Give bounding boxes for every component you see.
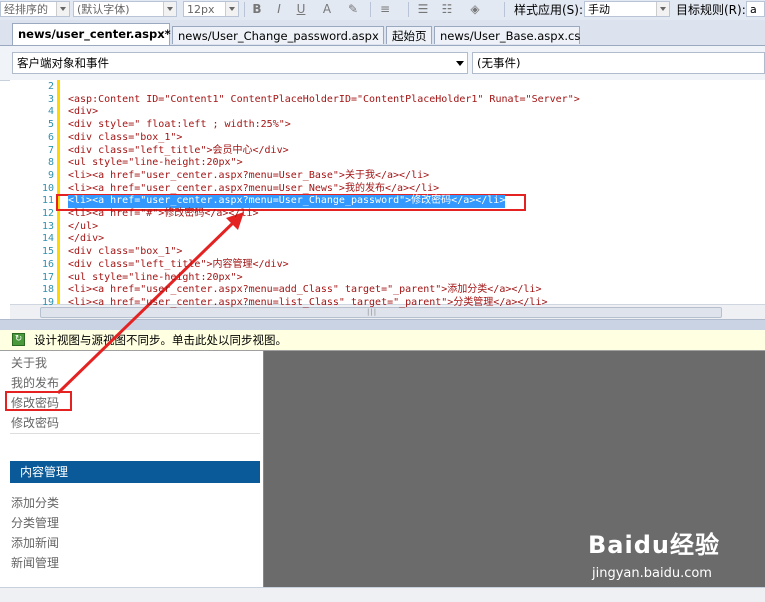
line-number: 12 bbox=[41, 208, 54, 219]
line-number: 18 bbox=[41, 284, 54, 296]
line-number: 11 bbox=[41, 195, 54, 207]
line-number: 5 bbox=[47, 119, 54, 131]
line-number: 10 bbox=[41, 182, 54, 194]
code-line[interactable]: <li><a href="user_center.aspx?menu=list_… bbox=[68, 297, 548, 310]
line-number: 6 bbox=[47, 131, 54, 143]
code-line[interactable]: <div> bbox=[68, 106, 98, 119]
code-line[interactable]: </div> bbox=[68, 233, 104, 246]
code-line[interactable]: <li><a href="user_center.aspx?menu=add_C… bbox=[68, 284, 541, 297]
line-number: 17 bbox=[41, 271, 54, 283]
line-number: 3 bbox=[47, 93, 54, 105]
watermark-logo: Baidu经验 bbox=[588, 531, 720, 559]
line-number: 14 bbox=[41, 233, 54, 245]
line-number: 9 bbox=[47, 169, 54, 181]
code-line[interactable]: <div class="left_title">内容管理</div> bbox=[68, 259, 289, 272]
line-number: 13 bbox=[41, 220, 54, 232]
line-number: 15 bbox=[41, 246, 54, 258]
code-line[interactable]: <div style=" float:left ; width:25%"> bbox=[68, 119, 291, 132]
code-line[interactable]: <li><a href="user_center.aspx?menu=User_… bbox=[68, 170, 429, 183]
code-line[interactable]: <li><a href="user_center.aspx?menu=User_… bbox=[68, 183, 439, 196]
code-line[interactable]: <ul style="line-height:20px"> bbox=[68, 157, 243, 170]
selected-code-line[interactable]: <li><a href="user_center.aspx?menu=User_… bbox=[68, 195, 506, 208]
code-line[interactable]: <div class="left_title">会员中心</div> bbox=[68, 145, 289, 158]
line-number: 8 bbox=[47, 157, 54, 169]
code-line[interactable]: <div class="box_1"> bbox=[68, 132, 182, 145]
line-number: 19 bbox=[41, 296, 54, 308]
code-line[interactable]: <li><a href="#">修改密码</a></li> bbox=[68, 208, 259, 221]
bottom-scrollbar[interactable] bbox=[0, 587, 765, 602]
line-number: 2 bbox=[47, 81, 54, 92]
line-number: 7 bbox=[47, 144, 54, 156]
watermark-url: jingyan.baidu.com bbox=[592, 566, 712, 581]
line-number: 4 bbox=[47, 106, 54, 118]
code-line[interactable]: <ul style="line-height:20px"> bbox=[68, 272, 243, 285]
code-line[interactable]: </ul> bbox=[68, 221, 98, 234]
code-line[interactable]: <div class="box_1"> bbox=[68, 246, 182, 259]
code-line[interactable]: <asp:Content ID="Content1" ContentPlaceH… bbox=[68, 94, 580, 107]
line-number: 16 bbox=[41, 258, 54, 270]
